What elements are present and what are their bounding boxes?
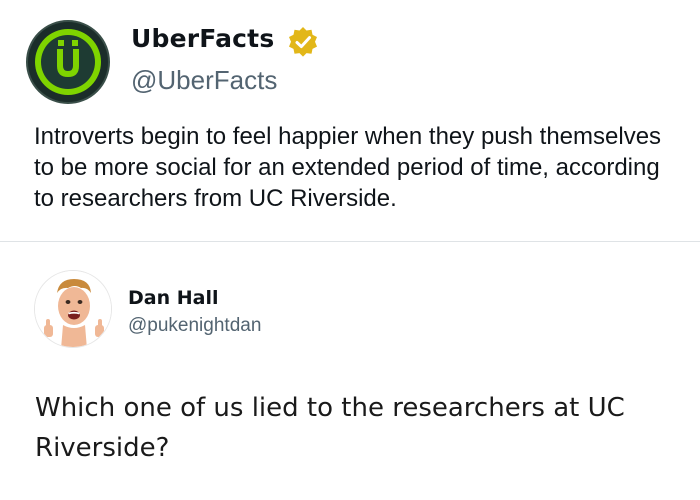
avatar-ring	[35, 29, 101, 95]
dan-hall-avatar[interactable]	[34, 270, 112, 348]
display-name[interactable]: UberFacts	[131, 22, 274, 56]
tweet-screenshot: UberFacts @UberFacts Introverts begin to…	[0, 0, 700, 500]
user-handle[interactable]: @pukenightdan	[128, 313, 261, 339]
avatar-inner	[41, 35, 95, 89]
profile-photo-icon	[35, 271, 111, 347]
tweet-text: Which one of us lied to the researchers …	[35, 393, 625, 463]
uberfacts-logo-icon	[57, 40, 79, 77]
verified-badge-icon	[289, 27, 317, 57]
uberfacts-avatar[interactable]	[26, 20, 110, 104]
user-handle[interactable]: @UberFacts	[131, 64, 277, 96]
tweet-text: Introverts begin to feel happier when th…	[34, 123, 662, 212]
tweet-reply: Dan Hall @pukenightdan Which one of us l…	[0, 242, 700, 500]
display-name[interactable]: Dan Hall	[128, 285, 218, 311]
tweet-uberfacts: UberFacts @UberFacts Introverts begin to…	[0, 0, 700, 241]
